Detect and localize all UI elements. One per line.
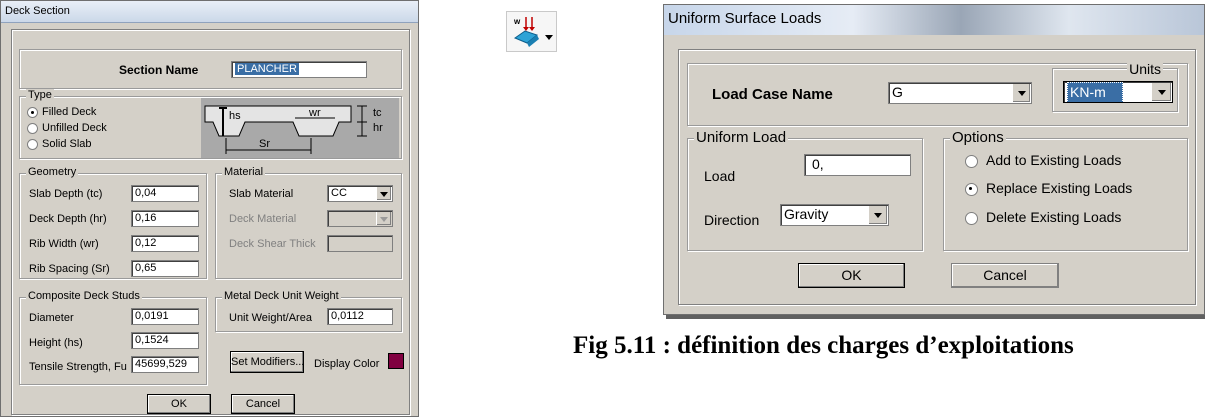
diagram-hr-label: hr [373,122,383,134]
units-select[interactable]: KN-m [1063,81,1173,103]
section-name-input[interactable]: PLANCHER [231,61,367,78]
tensile-strength-label: Tensile Strength, Fu [29,361,127,373]
direction-select[interactable]: Gravity [780,204,889,226]
rib-width-input[interactable]: 0,12 [131,235,199,252]
chevron-down-icon[interactable] [1151,83,1171,101]
load-case-value: G [892,84,903,100]
deck-section-title: Deck Section [5,5,70,17]
set-modifiers-button[interactable]: Set Modifiers... [230,351,304,373]
rib-spacing-input[interactable]: 0,65 [131,260,199,277]
unfilled-deck-radio[interactable] [27,123,38,134]
deck-profile-drawing [204,105,367,154]
unit-weight-label: Unit Weight/Area [229,312,312,324]
rib-width-label: Rib Width (wr) [29,238,99,250]
type-group-label: Type [26,89,54,101]
units-group-label: Units [1127,61,1163,77]
delete-existing-loads-label: Delete Existing Loads [986,209,1122,225]
deck-material-select [327,210,393,227]
solid-slab-label: Solid Slab [42,138,92,150]
rib-spacing-label: Rib Spacing (Sr) [29,263,110,275]
slab-material-label: Slab Material [229,188,294,200]
slab-material-value: CC [331,187,347,199]
height-label: Height (hs) [29,337,83,349]
uniform-surface-loads-dialog: Uniform Surface Loads Load Case Name G U… [663,4,1205,315]
deck-section-titlebar[interactable]: Deck Section [1,1,418,23]
deck-depth-input[interactable]: 0,16 [131,210,199,227]
deck-profile-diagram: hs wr tc hr Sr [201,98,399,158]
height-input[interactable]: 0,1524 [131,332,199,349]
diameter-input[interactable]: 0,0191 [131,308,199,325]
filled-deck-radio[interactable] [27,107,38,118]
load-value-input[interactable]: 0, [804,154,911,176]
chevron-down-icon[interactable] [376,187,391,200]
replace-existing-loads-radio[interactable] [965,183,978,196]
deck-shear-thick-input [327,235,393,252]
slab-depth-label: Slab Depth (tc) [29,188,103,200]
assign-surface-load-icon: w [513,17,553,47]
slab-depth-input[interactable]: 0,04 [131,185,199,202]
direction-value: Gravity [784,206,829,222]
uniform-loads-title: Uniform Surface Loads [668,10,822,27]
diagram-tc-label: tc [373,107,382,119]
filled-deck-label: Filled Deck [42,106,97,118]
diagram-hs-label: hs [229,110,241,122]
diagram-wr-label: wr [309,107,321,119]
direction-label: Direction [704,212,760,228]
tensile-strength-input[interactable]: 45699,529 [131,356,199,373]
unit-weight-input[interactable]: 0,0112 [327,308,393,325]
deck-ok-button[interactable]: OK [147,394,211,414]
replace-existing-loads-label: Replace Existing Loads [986,180,1133,196]
display-color-swatch[interactable] [388,353,404,369]
section-name-label: Section Name [119,63,199,77]
load-case-name-label: Load Case Name [712,86,833,103]
deck-depth-label: Deck Depth (hr) [29,213,107,225]
uniform-loads-titlebar[interactable]: Uniform Surface Loads [664,5,1204,35]
svg-text:w: w [513,17,521,26]
chevron-down-icon[interactable] [868,206,887,224]
unfilled-deck-label: Unfilled Deck [42,122,107,134]
load-case-select[interactable]: G [888,82,1032,104]
deck-shear-thick-label: Deck Shear Thick [229,238,316,250]
unit-weight-group-label: Metal Deck Unit Weight [222,290,341,302]
uniform-ok-button[interactable]: OK [798,263,905,288]
deck-material-label: Deck Material [229,213,297,225]
assign-surface-load-button[interactable]: w [506,11,557,52]
composite-studs-group-label: Composite Deck Studs [26,290,142,302]
uniform-load-group-label: Uniform Load [694,129,789,146]
delete-existing-loads-radio[interactable] [965,212,978,225]
uniform-loads-dialog-shadow [666,315,1205,319]
display-color-label: Display Color [314,358,380,370]
solid-slab-radio[interactable] [27,139,38,150]
deck-section-dialog: Deck Section Section Name PLANCHER Type … [0,0,419,417]
units-value: KN-m [1067,82,1123,102]
slab-material-select[interactable]: CC [327,185,393,202]
figure-caption: Fig 5.11 : définition des charges d’expl… [573,332,1074,359]
chevron-down-icon [376,212,391,225]
uniform-cancel-button[interactable]: Cancel [951,263,1059,288]
diagram-sr-label: Sr [259,138,270,150]
chevron-down-icon[interactable] [1012,84,1030,102]
add-existing-loads-label: Add to Existing Loads [986,152,1122,168]
options-group-label: Options [950,129,1006,146]
load-label: Load [704,168,736,184]
add-existing-loads-radio[interactable] [965,155,978,168]
material-group-label: Material [222,166,266,178]
diameter-label: Diameter [29,312,74,324]
geometry-group-label: Geometry [26,166,79,178]
deck-cancel-button[interactable]: Cancel [231,394,295,414]
